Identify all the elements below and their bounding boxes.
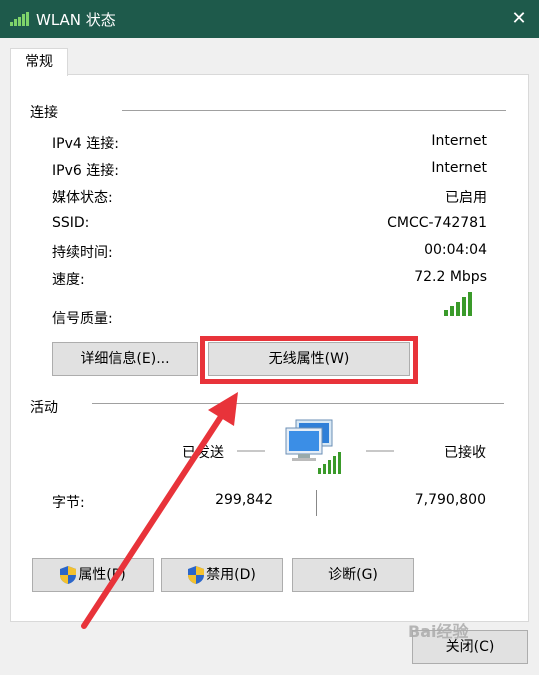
annotation-arrow — [81, 392, 238, 629]
watermark: Bai经验 — [408, 622, 469, 641]
tab-general[interactable]: 常规 — [10, 48, 68, 76]
